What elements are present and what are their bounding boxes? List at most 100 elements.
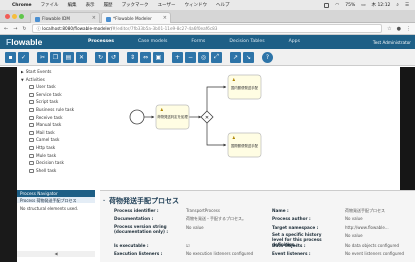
- prop-value-version[interactable]: No value: [186, 225, 204, 230]
- menu-list-icon[interactable]: ☰: [405, 3, 409, 8]
- back-icon[interactable]: ←: [4, 26, 8, 32]
- prop-label-process-identifier: Process identifier :: [114, 208, 159, 213]
- reload-icon[interactable]: ↻: [22, 26, 26, 32]
- bpmn-diagram[interactable]: ♟ 荷物発送判定を処理 ✕ ♟ 国内郵便発送手配 ♟ 国際郵便発送手配: [100, 67, 400, 190]
- menu-item-bookmarks[interactable]: ブックマーク: [122, 2, 149, 8]
- palette-item-mule-task[interactable]: Mule task: [17, 151, 95, 159]
- bendpoint-add-icon[interactable]: ↗: [230, 51, 241, 63]
- undo-icon[interactable]: ↺: [108, 51, 119, 63]
- prop-value-name[interactable]: 荷物発送手配プロセス: [345, 208, 385, 213]
- palette-item-script-task[interactable]: Script task: [17, 98, 95, 106]
- prop-label-event-listeners: Event listeners :: [272, 251, 311, 256]
- browser-tab-idm[interactable]: Flowable IDM ×: [30, 12, 100, 23]
- navigator-collapse-icon[interactable]: ◀: [17, 251, 95, 257]
- save-icon[interactable]: ▪: [5, 51, 16, 63]
- mac-menubar: Chrome ファイル 編集 表示 履歴 ブックマーク ユーザー ウィンドウ ヘ…: [0, 0, 415, 10]
- menu-item-users[interactable]: ユーザー: [158, 2, 176, 8]
- browser-tab-modeler[interactable]: *Flowable Modeler ×: [101, 12, 171, 23]
- zoom-in-icon[interactable]: +: [172, 51, 183, 63]
- menu-item-help[interactable]: ヘルプ: [216, 2, 230, 8]
- menu-item-file[interactable]: ファイル: [41, 2, 59, 8]
- delete-icon[interactable]: ✕: [76, 51, 87, 63]
- sequence-flow[interactable]: [206, 123, 227, 147]
- palette-item-shell-task[interactable]: Shell task: [17, 167, 95, 175]
- window-minimize-button[interactable]: [12, 14, 17, 19]
- palette-group-activities[interactable]: ▼ Activities: [17, 75, 95, 83]
- user-menu[interactable]: Test Administrator: [373, 40, 411, 45]
- prop-value-target-namespace[interactable]: http://www.flowable...: [345, 225, 389, 230]
- palette-item-user-task[interactable]: User task: [17, 83, 95, 91]
- nav-tab-apps[interactable]: Apps: [277, 35, 312, 49]
- item-label: Mail task: [36, 129, 55, 135]
- prop-value-event-listeners[interactable]: No event listeners configured: [345, 251, 404, 256]
- prop-value-process-identifier[interactable]: TransportProcess: [186, 208, 220, 213]
- validate-icon[interactable]: ✓: [18, 51, 29, 63]
- prop-value-history-level[interactable]: No value: [345, 233, 363, 238]
- palette-item-http-task[interactable]: Http task: [17, 144, 95, 152]
- palette-item-decision-task[interactable]: Decision task: [17, 159, 95, 167]
- menu-item-edit[interactable]: 編集: [68, 2, 77, 8]
- paste-icon[interactable]: ▤: [63, 51, 74, 63]
- align-horizontal-icon[interactable]: ⇔: [140, 51, 151, 63]
- process-navigator-item[interactable]: Process 荷物発送手配プロセス: [17, 197, 95, 203]
- copy-icon[interactable]: ❐: [50, 51, 61, 63]
- zoom-out-icon[interactable]: −: [185, 51, 196, 63]
- wifi-icon[interactable]: ◠: [335, 3, 339, 8]
- window-close-button[interactable]: [5, 14, 10, 19]
- task-top[interactable]: ♟ 国内郵便発送手配: [227, 74, 262, 100]
- window-zoom-button[interactable]: [19, 14, 24, 19]
- same-size-icon[interactable]: ▣: [153, 51, 164, 63]
- prop-value-data-objects[interactable]: No data objects configured: [345, 243, 399, 248]
- menu-item-view[interactable]: 表示: [86, 2, 95, 8]
- menu-item-history[interactable]: 履歴: [104, 2, 113, 8]
- palette-item-business-rule-task[interactable]: Business rule task: [17, 106, 95, 114]
- script-task-icon: [29, 100, 34, 105]
- cut-icon[interactable]: ✂: [37, 51, 48, 63]
- group-label: Start Events: [25, 69, 52, 74]
- tab-close-icon[interactable]: ×: [163, 15, 167, 21]
- nav-tab-case-models[interactable]: Case models: [126, 35, 179, 49]
- browser-menu-icon[interactable]: ⋮: [406, 26, 411, 32]
- prop-value-is-executable[interactable]: ☑: [186, 243, 190, 248]
- forward-icon[interactable]: →: [13, 26, 17, 32]
- palette-item-manual-task[interactable]: Manual task: [17, 121, 95, 129]
- bendpoint-remove-icon[interactable]: ↘: [243, 51, 254, 63]
- search-icon[interactable]: ⌕: [396, 2, 399, 8]
- nav-tab-decision-tables[interactable]: Decision Tables: [217, 35, 276, 49]
- bookmark-star-icon[interactable]: ☆: [387, 26, 391, 32]
- url-field[interactable]: ⓘ localhost:8080/flowable-modeler/#/edit…: [31, 24, 383, 33]
- tab-close-icon[interactable]: ×: [92, 15, 96, 21]
- palette-item-receive-task[interactable]: Receive task: [17, 113, 95, 121]
- menu-item-window[interactable]: ウィンドウ: [184, 2, 207, 8]
- palette-item-camel-task[interactable]: Camel task: [17, 136, 95, 144]
- redo-icon[interactable]: ↻: [95, 51, 106, 63]
- prop-value-process-author[interactable]: No value: [345, 216, 363, 221]
- align-vertical-icon[interactable]: ⇕: [127, 51, 138, 63]
- nav-tab-forms[interactable]: Forms: [179, 35, 217, 49]
- prop-value-execution-listeners[interactable]: No execution listeners configured: [186, 251, 253, 256]
- new-tab-button[interactable]: [172, 12, 184, 23]
- menu-app-chrome[interactable]: Chrome: [12, 3, 32, 8]
- task-bottom[interactable]: ♟ 国際郵便発送手配: [227, 132, 262, 158]
- flowable-logo[interactable]: Flowable: [6, 37, 76, 47]
- palette-item-mail-task[interactable]: Mail task: [17, 129, 95, 137]
- info-icon[interactable]: ⓘ: [37, 26, 41, 31]
- status-app-icon[interactable]: [324, 2, 330, 8]
- help-icon[interactable]: ?: [262, 51, 273, 63]
- chevron-down-icon[interactable]: ⌄: [102, 197, 106, 203]
- sequence-flow[interactable]: [206, 85, 227, 111]
- exclusive-gateway[interactable]: ✕: [200, 110, 214, 124]
- profile-icon[interactable]: ●: [397, 26, 401, 32]
- zoom-fit-icon[interactable]: ⤢: [211, 51, 222, 63]
- nav-tab-processes[interactable]: Processes: [76, 35, 126, 49]
- start-event[interactable]: [129, 109, 145, 125]
- task-main[interactable]: ♟ 荷物発送判定を処理: [155, 104, 190, 130]
- palette-group-start-events[interactable]: ▶ Start Events: [17, 67, 95, 75]
- prop-value-documentation[interactable]: 荷物を発送・手配するプロセス。: [186, 216, 246, 221]
- zoom-actual-icon[interactable]: ◎: [198, 51, 209, 63]
- diagram-canvas[interactable]: ♟ 荷物発送判定を処理 ✕ ♟ 国内郵便発送手配 ♟ 国際郵便発送手配: [100, 67, 400, 190]
- palette-item-service-task[interactable]: Service task: [17, 91, 95, 99]
- battery-level[interactable]: 75%: [345, 3, 355, 8]
- manual-task-icon: [29, 123, 34, 128]
- clock[interactable]: 木 12:12: [372, 2, 391, 8]
